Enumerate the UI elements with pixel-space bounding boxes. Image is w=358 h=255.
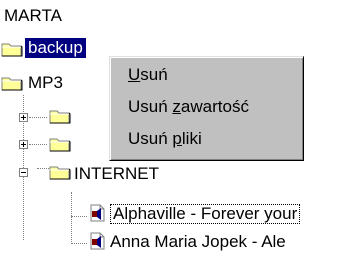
- file-label: Anna Maria Jopek - Ale: [110, 232, 286, 251]
- tree-line: [29, 117, 47, 118]
- context-menu: Usuń Usuń zawartość Usuń pliki: [109, 56, 304, 161]
- folder-icon: [1, 77, 23, 91]
- tree-line: [71, 216, 87, 217]
- tree-item-label: MP3: [28, 73, 63, 92]
- tree-root-label: MARTA: [4, 6, 62, 25]
- tree-line: [37, 168, 49, 169]
- folder-icon: [49, 110, 71, 124]
- collapse-icon[interactable]: [19, 168, 28, 177]
- folder-open-icon: [49, 166, 71, 180]
- tree-line: [29, 144, 47, 145]
- menu-item-delete-contents[interactable]: Usuń zawartość: [128, 95, 249, 119]
- file-label: Alphaville - Forever your: [110, 204, 301, 224]
- folder-icon: [49, 138, 71, 152]
- expand-icon[interactable]: [19, 113, 28, 122]
- menu-item-delete-files[interactable]: Usuń pliki: [128, 127, 202, 151]
- tree-item-label: INTERNET: [74, 164, 159, 183]
- menu-item-delete[interactable]: Usuń: [128, 63, 168, 87]
- tree-item-label: backup: [25, 38, 86, 58]
- audio-file-icon: [90, 204, 105, 222]
- tree-line: [71, 192, 72, 244]
- folder-icon: [1, 43, 23, 57]
- audio-file-icon: [90, 232, 105, 250]
- expand-icon[interactable]: [19, 140, 28, 149]
- tree-line: [71, 243, 87, 244]
